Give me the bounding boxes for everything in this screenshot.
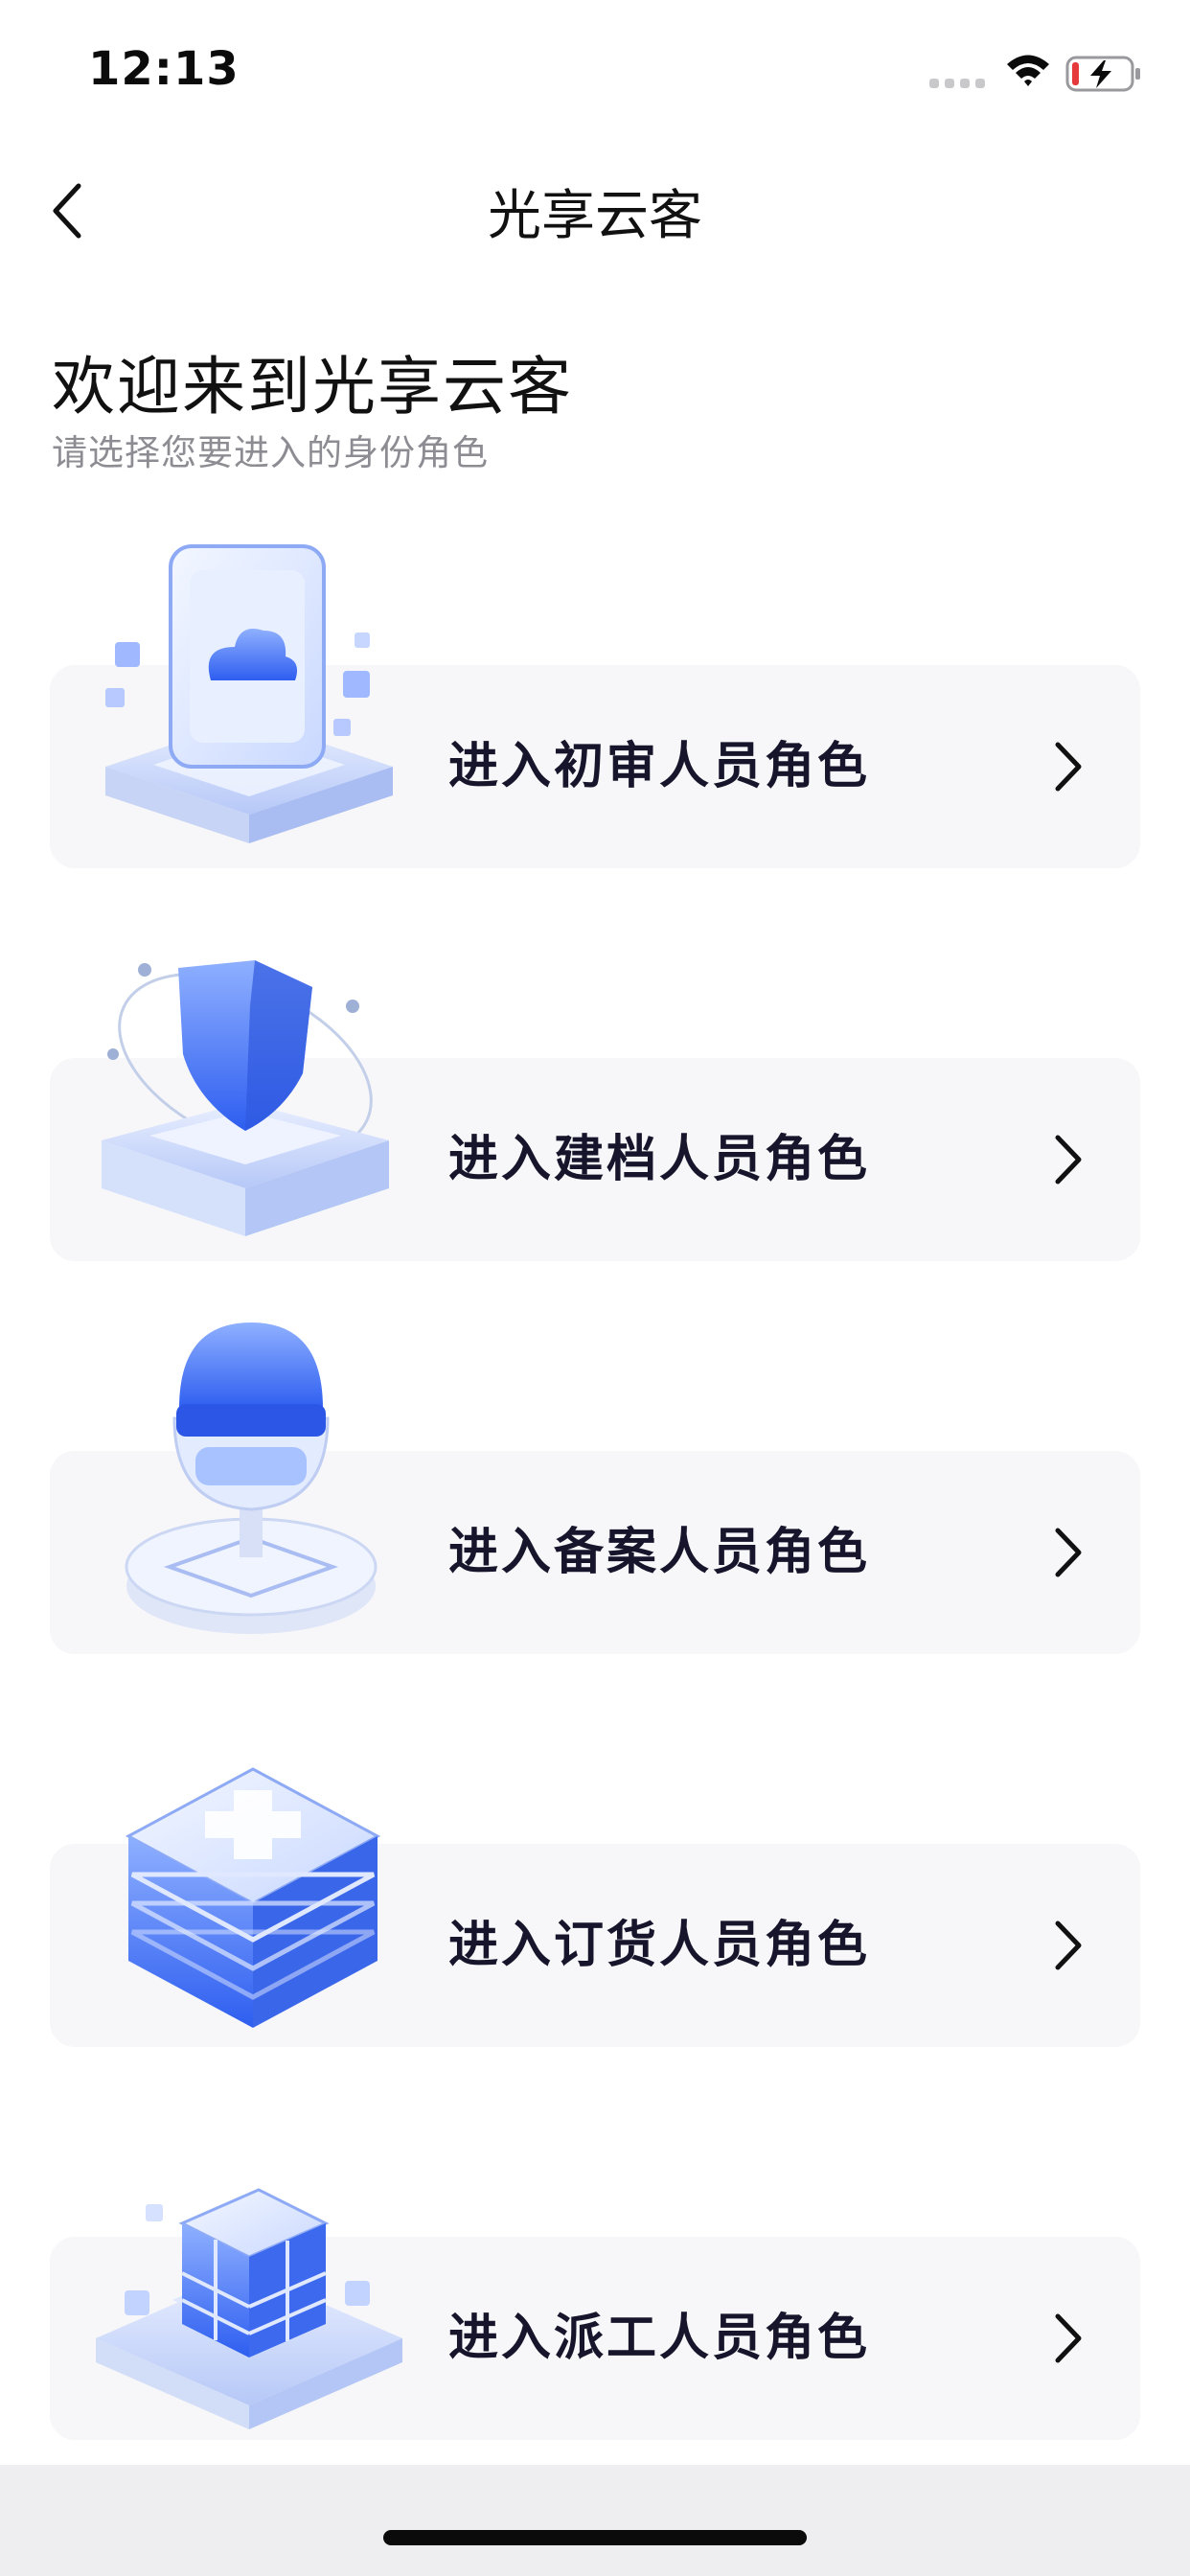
role-label: 进入建档人员角色: [448, 1131, 871, 1188]
wifi-icon: [1004, 50, 1052, 92]
page-title: 光享云客: [488, 185, 702, 247]
welcome-heading: 欢迎来到光享云客: [52, 350, 573, 424]
chevron-right-icon: [1055, 742, 1082, 792]
role-card-ordering[interactable]: 进入订货人员角色: [50, 1844, 1140, 2047]
status-time: 12:13: [88, 42, 240, 96]
role-card-dispatch[interactable]: 进入派工人员角色: [50, 2237, 1140, 2440]
role-card-filing[interactable]: 进入备案人员角色: [50, 1451, 1140, 1654]
role-card-initial-review[interactable]: 进入初审人员角色: [50, 665, 1140, 868]
home-indicator[interactable]: [383, 2530, 807, 2545]
chevron-right-icon: [1055, 1528, 1082, 1577]
role-label: 进入订货人员角色: [448, 1917, 871, 1974]
home-indicator-area: [0, 2465, 1190, 2576]
welcome-subtitle: 请选择您要进入的身份角色: [52, 432, 489, 473]
chevron-right-icon: [1055, 1135, 1082, 1184]
role-label: 进入备案人员角色: [448, 1524, 871, 1581]
chevron-right-icon: [1055, 1920, 1082, 1970]
status-bar: 12:13: [0, 0, 1190, 144]
navigation-bar: 光享云客: [0, 144, 1190, 278]
role-label: 进入初审人员角色: [448, 738, 871, 795]
role-card-archive[interactable]: 进入建档人员角色: [50, 1058, 1140, 1261]
signal-dots-icon: [929, 75, 987, 88]
role-label: 进入派工人员角色: [448, 2310, 871, 2367]
chevron-right-icon: [1055, 2313, 1082, 2363]
battery-charging-icon: [1065, 56, 1142, 92]
